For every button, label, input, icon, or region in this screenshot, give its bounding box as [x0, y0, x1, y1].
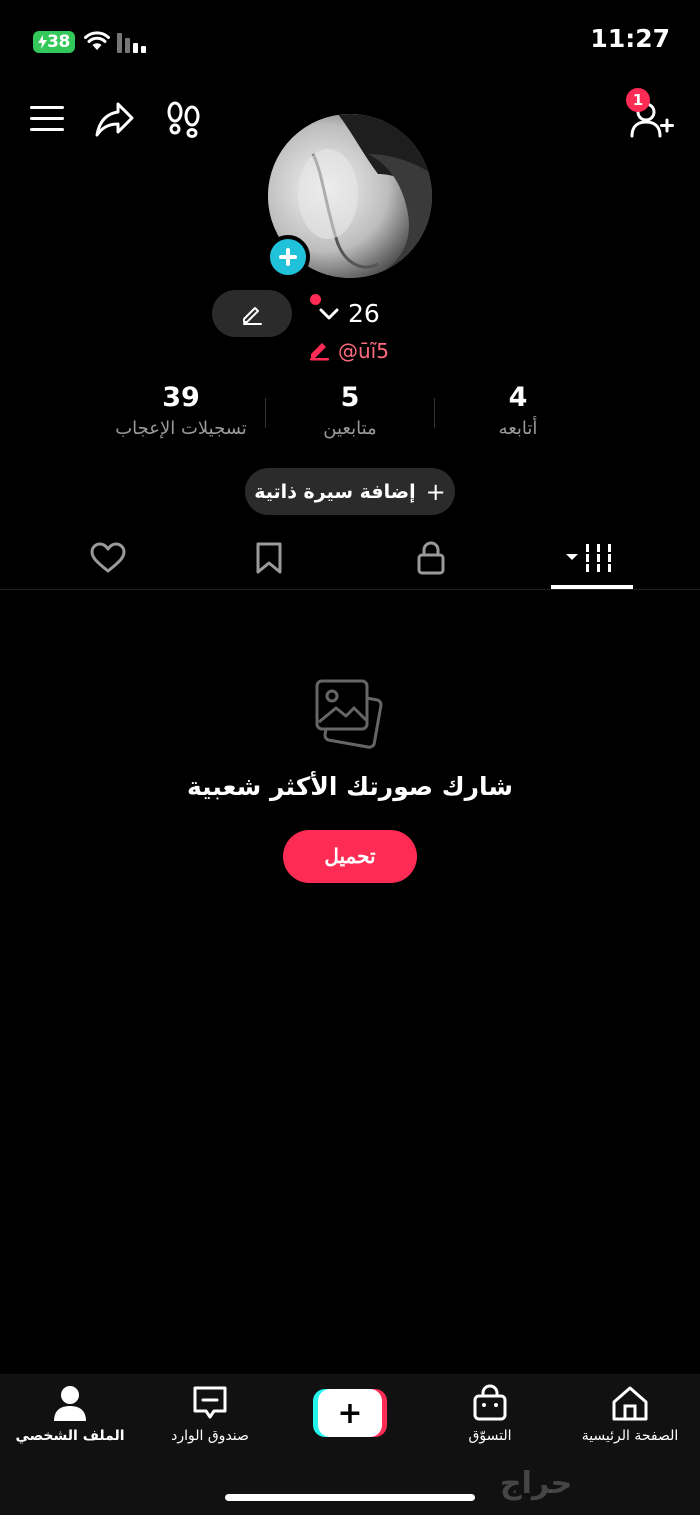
add-bio-label: إضافة سيرة ذاتية	[254, 480, 416, 503]
battery-indicator: 38	[33, 31, 75, 53]
menu-icon[interactable]	[30, 104, 66, 134]
followers-label: متابعين	[323, 418, 377, 439]
likes-count: 39	[162, 382, 200, 413]
home-indicator[interactable]	[225, 1494, 475, 1501]
tab-liked[interactable]	[58, 535, 158, 580]
chevron-down-icon[interactable]	[318, 306, 340, 322]
edit-profile-button[interactable]	[212, 290, 292, 337]
upload-button[interactable]: تحميل	[283, 830, 417, 883]
tab-private[interactable]	[381, 535, 481, 580]
likes-label: تسجيلات الإعجاب	[115, 418, 247, 439]
shopping-bag-icon	[473, 1384, 507, 1421]
plus-icon: +	[425, 477, 446, 506]
profile-handle: @ūĩ5	[338, 339, 389, 363]
account-switch-dot	[310, 294, 321, 305]
nav-inbox-label: صندوق الوارد	[171, 1428, 249, 1444]
nav-shop[interactable]: التسوّق	[420, 1384, 560, 1444]
following-label: أتابعه	[498, 418, 538, 439]
nav-home[interactable]: الصفحة الرئيسية	[560, 1384, 700, 1444]
battery-level: 38	[47, 32, 70, 52]
wifi-icon	[84, 31, 110, 50]
profile-icon	[54, 1386, 86, 1421]
inbox-icon	[193, 1386, 227, 1419]
add-bio-button[interactable]: إضافة سيرة ذاتية +	[245, 468, 455, 515]
lock-icon	[417, 541, 445, 574]
heart-icon	[90, 542, 126, 572]
nav-home-label: الصفحة الرئيسية	[581, 1428, 679, 1444]
nav-inbox[interactable]: صندوق الوارد	[140, 1384, 280, 1444]
profile-name[interactable]: 26	[348, 299, 380, 328]
tab-divider	[0, 589, 700, 590]
watermark: حراج	[500, 1466, 573, 1501]
tab-favorites[interactable]	[219, 535, 319, 580]
charging-bolt-icon	[38, 35, 48, 49]
nav-profile-label: الملف الشخصي	[15, 1428, 125, 1444]
share-icon[interactable]	[94, 100, 136, 138]
add-avatar-button[interactable]	[266, 235, 310, 279]
empty-state-title: شارك صورتك الأكثر شعبية	[186, 772, 514, 801]
footprints-icon[interactable]	[164, 100, 204, 138]
add-friend-button[interactable]: 1	[626, 88, 676, 140]
home-icon	[612, 1386, 648, 1421]
followers-stat[interactable]: 5 متابعين	[265, 382, 435, 439]
pencil-icon	[243, 306, 262, 325]
video-grid-icon	[566, 543, 611, 572]
create-button[interactable]: +	[313, 1389, 387, 1437]
nav-profile[interactable]: الملف الشخصي	[0, 1384, 140, 1444]
tab-videos[interactable]	[542, 535, 642, 580]
bookmark-icon	[256, 542, 282, 573]
create-plus: +	[337, 1395, 363, 1431]
nav-shop-label: التسوّق	[468, 1428, 512, 1444]
photos-icon	[315, 679, 383, 749]
signal-icon	[117, 33, 146, 53]
following-stat[interactable]: 4 أتابعه	[433, 382, 603, 439]
following-count: 4	[508, 382, 528, 413]
status-time: 11:27	[590, 24, 670, 53]
notification-badge: 1	[626, 88, 650, 112]
followers-count: 5	[340, 382, 360, 413]
likes-stat: 39 تسجيلات الإعجاب	[96, 382, 266, 439]
plus-icon	[279, 248, 297, 266]
edit-handle-icon[interactable]	[308, 339, 330, 361]
